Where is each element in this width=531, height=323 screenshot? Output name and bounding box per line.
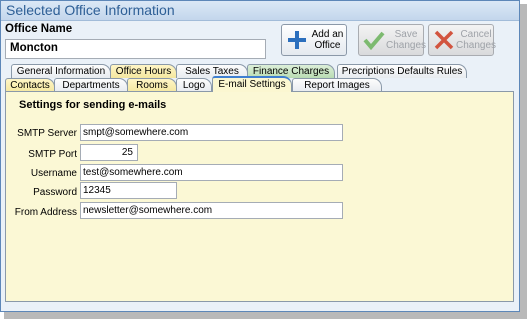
from-address-label: From Address [14,207,77,218]
section-title: Settings for sending e-mails [19,99,167,111]
smtp-port-input[interactable]: 25 [80,144,138,161]
smtp-server-input[interactable]: smpt@somewhere.com [80,124,343,141]
add-office-label: Add an Office [311,29,344,51]
smtp-port-label: SMTP Port [28,149,77,160]
save-changes-label: Save Changes [386,29,427,51]
cancel-changes-button[interactable]: Cancel Changes [428,24,497,56]
title-bar: Selected Office Information [1,1,519,21]
tab-rooms[interactable]: Rooms [127,78,177,92]
tab-contacts[interactable]: Contacts [5,78,55,92]
tab-general-information[interactable]: General Information [11,64,111,78]
office-name-input[interactable]: Moncton [5,39,266,59]
username-label: Username [30,168,77,179]
checkmark-icon [362,28,386,52]
username-input[interactable]: test@somewhere.com [80,164,343,181]
save-changes-button[interactable]: Save Changes [358,24,427,56]
add-office-button[interactable]: Add an Office [281,24,347,56]
tab-report-images[interactable]: Report Images [292,78,382,92]
tab-logo[interactable]: Logo [176,78,212,92]
from-address-input[interactable]: newsletter@somewhere.com [80,202,343,219]
window-title: Selected Office Information [6,2,175,18]
cancel-changes-label: Cancel Changes [456,29,497,51]
tab-office-hours[interactable]: Office Hours [110,64,177,78]
smtp-server-label: SMTP Server [17,128,77,139]
plus-icon [285,28,309,52]
tab-prescriptions-defaults-rules[interactable]: Precriptions Defaults Rules [337,64,467,78]
password-input[interactable]: 12345 [80,182,177,199]
tab-departments[interactable]: Departments [54,78,128,92]
office-name-label: Office Name [5,23,73,35]
tab-email-settings[interactable]: E-mail Settings [212,76,292,92]
password-label: Password [33,187,77,198]
close-icon [432,28,456,52]
